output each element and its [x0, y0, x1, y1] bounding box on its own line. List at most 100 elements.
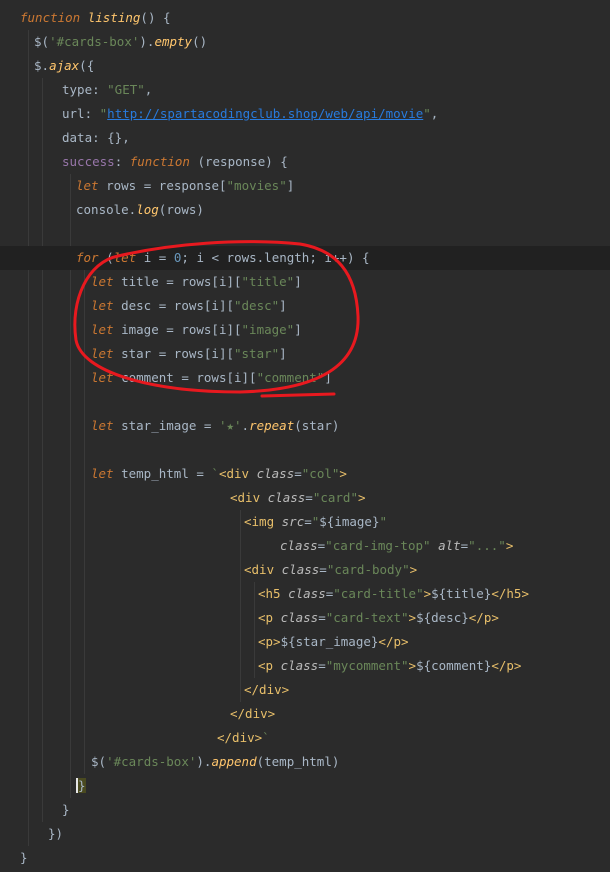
code-token: </p>: [468, 610, 499, 625]
code-token: star = rows[i][: [121, 346, 234, 361]
code-token: :: [114, 154, 130, 169]
code-token: =: [305, 490, 313, 505]
code-token: log: [136, 202, 159, 217]
code-token: "title": [241, 274, 295, 289]
code-token: type:: [62, 82, 108, 97]
code-line[interactable]: for (let i = 0; i < rows.length; i++) {: [0, 246, 610, 270]
code-token: </div>: [217, 730, 263, 745]
code-token: class: [280, 538, 318, 553]
code-token: </p>: [491, 658, 522, 673]
code-token: (rows): [158, 202, 204, 217]
code-token: >: [423, 586, 432, 601]
code-token: (temp_html): [256, 754, 340, 769]
code-token: </div>: [230, 706, 276, 721]
code-line[interactable]: </div>: [0, 678, 610, 702]
code-token: >: [408, 658, 417, 673]
code-line[interactable]: let comment = rows[i]["comment"]: [0, 366, 610, 390]
code-token: class: [280, 610, 319, 625]
code-line[interactable]: [0, 438, 610, 462]
code-line[interactable]: let title = rows[i]["title"]: [0, 270, 610, 294]
code-token: "card": [312, 490, 358, 505]
code-token: let: [91, 418, 122, 433]
code-line[interactable]: }: [0, 798, 610, 822]
code-token: "star": [234, 346, 280, 361]
code-token: >: [409, 562, 418, 577]
code-token: ).: [139, 34, 155, 49]
code-line[interactable]: </div>: [0, 702, 610, 726]
code-token: >: [357, 490, 366, 505]
code-token: data: {},: [62, 130, 130, 145]
code-line[interactable]: [0, 222, 610, 246]
code-token: (): [192, 34, 208, 49]
code-token: class: [288, 586, 326, 601]
code-token: http://spartacodingclub.shop/web/api/mov…: [107, 106, 424, 121]
code-token: `: [211, 466, 219, 481]
code-token: =: [294, 466, 302, 481]
code-token: for: [76, 250, 107, 265]
code-token: ]: [279, 346, 287, 361]
code-token: >: [339, 466, 347, 481]
code-line[interactable]: <div class="card-body">: [0, 558, 610, 582]
code-token: alt: [438, 538, 461, 553]
code-token: ${desc}: [416, 610, 469, 625]
code-token: `: [262, 730, 270, 745]
code-token: ,: [430, 106, 439, 121]
code-token: comment = rows[i][: [121, 370, 257, 385]
code-line[interactable]: let desc = rows[i]["desc"]: [0, 294, 610, 318]
code-line[interactable]: class="card-img-top" alt="...">: [0, 534, 610, 558]
code-token: empty: [154, 34, 193, 49]
code-line[interactable]: console.log(rows): [0, 198, 610, 222]
code-token: function: [20, 10, 88, 25]
code-token: "image": [241, 322, 295, 337]
code-line[interactable]: }: [0, 774, 610, 798]
code-line[interactable]: type: "GET",: [0, 78, 610, 102]
code-token: $(: [91, 754, 107, 769]
code-token: star_image =: [121, 418, 219, 433]
code-line[interactable]: let temp_html = `<div class="col">: [0, 462, 610, 486]
code-token: let: [113, 250, 144, 265]
code-line[interactable]: $('#cards-box').append(temp_html): [0, 750, 610, 774]
code-token: let: [91, 466, 122, 481]
code-token: title = rows[i][: [121, 274, 242, 289]
code-token: (response) {: [197, 154, 288, 169]
code-token: .: [241, 418, 250, 433]
code-line[interactable]: <div class="card">: [0, 486, 610, 510]
code-token: $.: [34, 58, 50, 73]
code-token: let: [91, 274, 122, 289]
code-token: src: [281, 514, 305, 529]
code-line[interactable]: function listing() {: [0, 6, 610, 30]
code-token: ${star_image}: [280, 634, 379, 649]
code-token: "col": [301, 466, 340, 481]
code-token: console.: [76, 202, 137, 217]
code-line[interactable]: <p>${star_image}</p>: [0, 630, 610, 654]
code-line[interactable]: let star = rows[i]["star"]: [0, 342, 610, 366]
code-line[interactable]: $.ajax({: [0, 54, 610, 78]
code-token: <p: [258, 610, 281, 625]
code-line[interactable]: $('#cards-box').empty(): [0, 30, 610, 54]
code-line[interactable]: <p class="mycomment">${comment}</p>: [0, 654, 610, 678]
code-token: =: [319, 562, 327, 577]
code-line[interactable]: let image = rows[i]["image"]: [0, 318, 610, 342]
code-token: }): [48, 826, 64, 841]
code-token: >: [408, 610, 417, 625]
code-line[interactable]: }): [0, 822, 610, 846]
code-line[interactable]: success: function (response) {: [0, 150, 610, 174]
code-line[interactable]: data: {},: [0, 126, 610, 150]
code-line[interactable]: <p class="card-text">${desc}</p>: [0, 606, 610, 630]
code-line[interactable]: <img src="${image}": [0, 510, 610, 534]
code-token: let: [91, 298, 122, 313]
code-line[interactable]: [0, 390, 610, 414]
code-line[interactable]: }: [0, 846, 610, 870]
code-token: "card-img-top": [325, 538, 439, 553]
code-line[interactable]: <h5 class="card-title">${title}</h5>: [0, 582, 610, 606]
code-editor[interactable]: function listing() {$('#cards-box').empt…: [0, 0, 610, 872]
code-token: <h5: [258, 586, 289, 601]
code-line[interactable]: </div>`: [0, 726, 610, 750]
code-line[interactable]: let star_image = '★'.repeat(star): [0, 414, 610, 438]
code-line[interactable]: let rows = response["movies"]: [0, 174, 610, 198]
code-token: class: [280, 658, 319, 673]
code-line[interactable]: url: "http://spartacodingclub.shop/web/a…: [0, 102, 610, 126]
code-token: repeat: [249, 418, 295, 433]
code-token: "comment": [256, 370, 325, 385]
code-token: class: [256, 466, 295, 481]
